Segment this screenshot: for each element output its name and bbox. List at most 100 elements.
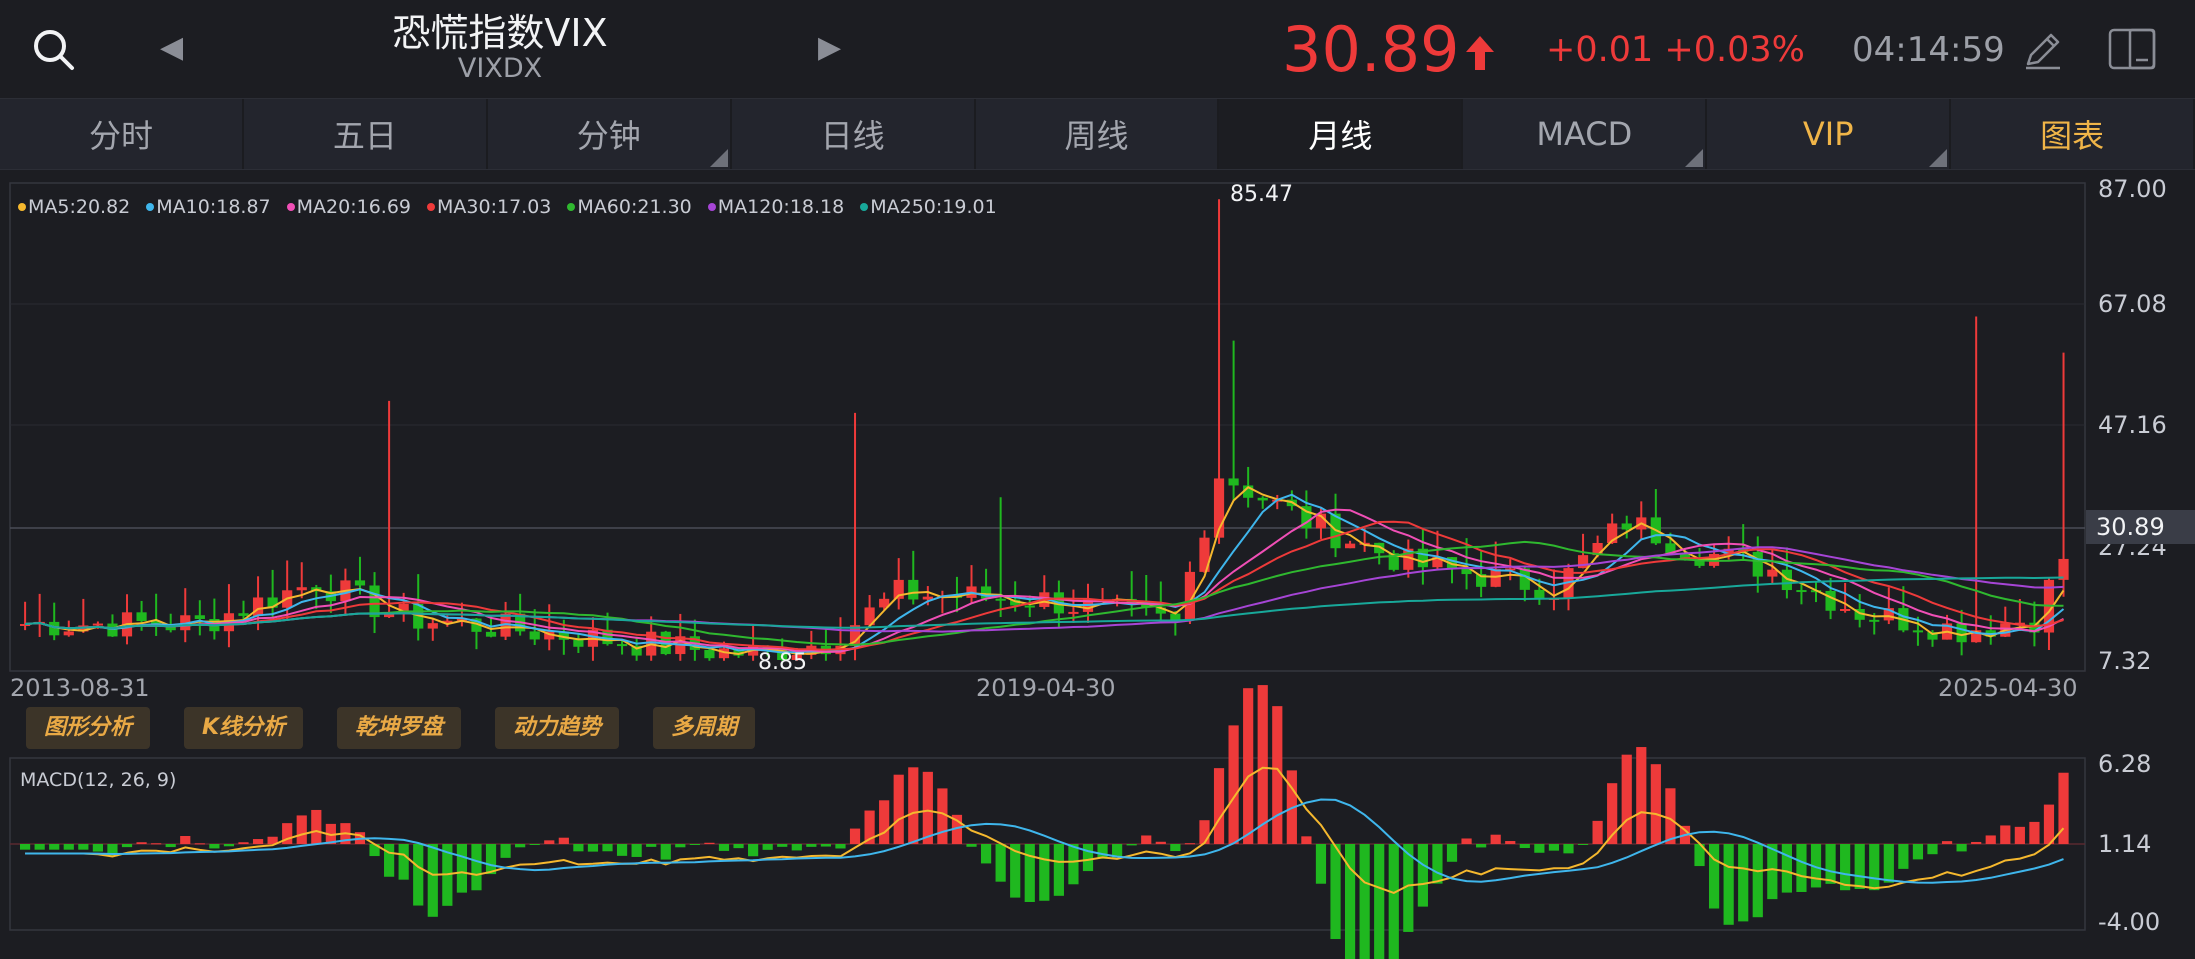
- ma-legend-item: MA250:19.01: [860, 196, 997, 218]
- ma-value: MA60:21.30: [577, 196, 692, 218]
- macd-bar: [646, 844, 657, 847]
- tool-button-0[interactable]: 图形分析: [26, 707, 151, 749]
- candle-body: [296, 587, 307, 591]
- kline-chart[interactable]: [0, 0, 2195, 959]
- macd-bar: [1854, 844, 1865, 889]
- candle-body: [704, 649, 715, 659]
- candle-body: [427, 623, 438, 629]
- macd-bar: [1446, 844, 1458, 862]
- candle-body: [1490, 569, 1501, 587]
- macd-bar: [922, 771, 933, 844]
- macd-bar: [1315, 844, 1327, 884]
- macd-bar: [2000, 825, 2011, 844]
- macd-bar: [1563, 844, 1574, 854]
- macd-bar: [1490, 834, 1501, 844]
- macd-bar: [1053, 844, 1064, 896]
- macd-bar: [704, 842, 715, 844]
- macd-bar: [908, 767, 919, 844]
- macd-bar: [980, 844, 992, 864]
- candle-body: [980, 586, 992, 599]
- macd-bar: [1548, 844, 1560, 851]
- tool-button-1[interactable]: K线分析: [184, 707, 304, 749]
- macd-bar: [1519, 844, 1530, 849]
- macd-bar: [1476, 844, 1487, 848]
- macd-bar: [1082, 844, 1094, 872]
- candle-body: [1956, 623, 1967, 643]
- date-axis-mid: 2019-04-30: [976, 674, 1116, 702]
- date-axis-end: 2025-04-30: [1938, 674, 2078, 702]
- candle-body: [1257, 497, 1268, 501]
- candle-body: [136, 612, 147, 622]
- ma-color-dot: [18, 203, 26, 211]
- macd-bar: [151, 843, 162, 845]
- macd-bar: [1199, 820, 1210, 844]
- macd-bar: [1184, 843, 1196, 845]
- macd-bar: [63, 844, 74, 850]
- macd-bar: [558, 837, 569, 844]
- macd-bar: [1155, 841, 1166, 844]
- ma-color-dot: [427, 203, 436, 211]
- macd-bar: [2029, 821, 2040, 844]
- candle-body: [616, 644, 628, 647]
- macd-bar: [1708, 844, 1720, 909]
- macd-bar: [1767, 844, 1778, 900]
- macd-bar: [1417, 844, 1428, 907]
- candle-body: [1228, 478, 1239, 486]
- macd-bar: [471, 844, 482, 891]
- candle-body: [1912, 630, 1924, 633]
- candle-body: [1068, 611, 1079, 614]
- macd-bar: [252, 839, 264, 844]
- macd-bar: [1388, 844, 1399, 959]
- candle-body: [92, 623, 103, 626]
- macd-bar: [121, 844, 133, 848]
- macd-axis-tick: 1.14: [2098, 830, 2152, 858]
- macd-bar: [1213, 768, 1225, 844]
- macd-bar: [966, 844, 977, 847]
- candle-body: [995, 598, 1006, 601]
- macd-bar: [20, 844, 31, 850]
- macd-bar: [1796, 844, 1807, 892]
- macd-bar: [2043, 804, 2055, 844]
- macd-bar: [92, 844, 103, 852]
- candle-body: [1825, 590, 1836, 611]
- macd-bar: [1592, 820, 1603, 844]
- candle-body: [1621, 523, 1632, 530]
- macd-bar: [1257, 685, 1268, 844]
- macd-bar: [1359, 844, 1370, 959]
- ma-value: MA30:17.03: [437, 196, 552, 218]
- macd-bar: [1883, 844, 1894, 883]
- candle-body: [252, 597, 264, 616]
- candle-body: [573, 639, 584, 647]
- macd-bar: [49, 844, 60, 850]
- macd-bar: [456, 844, 468, 893]
- candle-body: [238, 613, 249, 616]
- macd-bar: [209, 844, 220, 849]
- macd-bar: [893, 774, 904, 844]
- macd-bar: [1869, 844, 1880, 891]
- macd-bar: [1650, 764, 1661, 844]
- macd-bar: [1898, 844, 1909, 869]
- ma-legend-item: MA5:20.82: [18, 196, 130, 218]
- candle-body: [485, 631, 497, 637]
- macd-bar: [616, 844, 628, 856]
- low-price-label: 8.85: [758, 650, 807, 675]
- macd-bar: [777, 844, 788, 847]
- candle-body: [354, 580, 366, 586]
- ma-legend-item: MA120:18.18: [707, 196, 844, 218]
- macd-bar: [1636, 747, 1647, 844]
- macd-bar: [1126, 844, 1137, 846]
- macd-bar: [1141, 835, 1152, 844]
- macd-bar: [1825, 844, 1836, 884]
- macd-bar: [398, 844, 409, 880]
- macd-bar: [1068, 844, 1079, 885]
- candle-body: [63, 631, 74, 636]
- macd-bar: [806, 844, 817, 847]
- tool-button-4[interactable]: 多周期: [653, 707, 756, 749]
- tool-button-2[interactable]: 乾坤罗盘: [337, 707, 462, 749]
- macd-bar: [1971, 841, 1982, 844]
- tool-button-3[interactable]: 动力趋势: [495, 707, 620, 749]
- macd-bar: [1941, 841, 1953, 844]
- candle-body: [194, 615, 205, 619]
- macd-bar: [194, 843, 205, 845]
- macd-bar: [675, 844, 686, 848]
